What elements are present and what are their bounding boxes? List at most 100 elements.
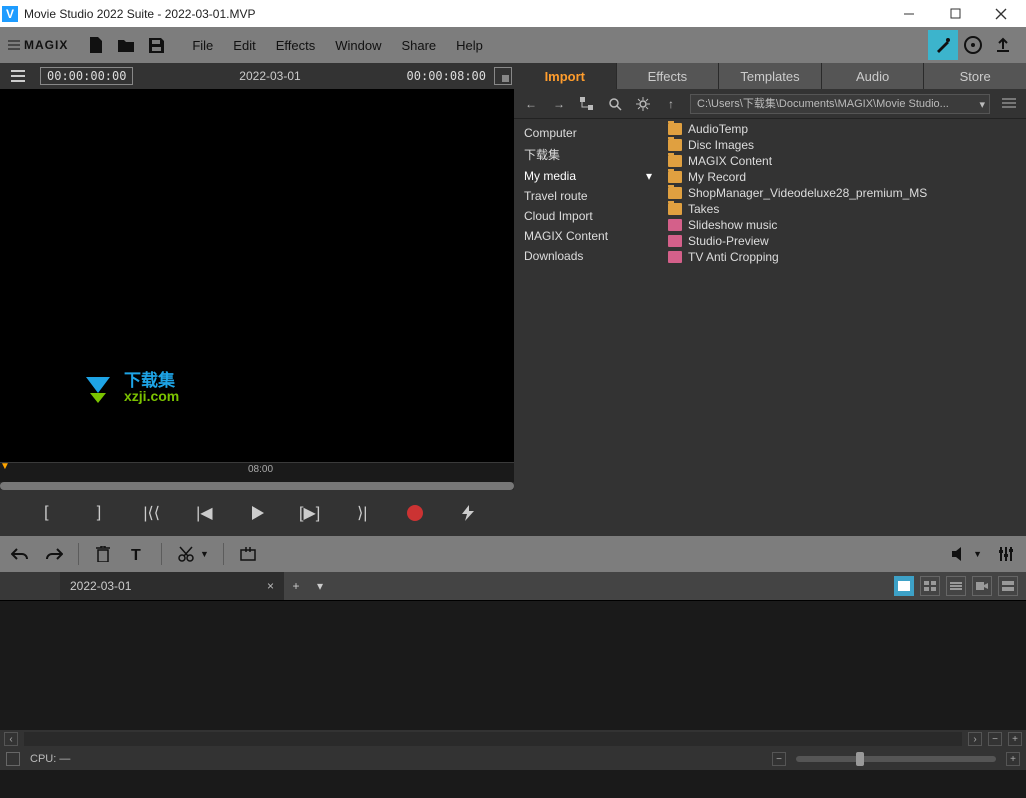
tree-item-cloud-import[interactable]: Cloud Import bbox=[514, 206, 662, 226]
menu-help[interactable]: Help bbox=[448, 34, 491, 57]
zoom-slider[interactable] bbox=[796, 756, 996, 762]
tree-item-computer[interactable]: Computer bbox=[514, 123, 662, 143]
zoom-out-icon[interactable]: − bbox=[772, 752, 786, 766]
timeline-area[interactable] bbox=[0, 600, 1026, 730]
perf-icon[interactable] bbox=[6, 752, 20, 766]
scroll-left-icon[interactable]: ‹ bbox=[4, 732, 18, 746]
play-icon[interactable] bbox=[243, 499, 271, 527]
save-icon[interactable] bbox=[146, 35, 166, 55]
add-tab-icon[interactable]: + bbox=[284, 572, 308, 600]
list-item[interactable]: Takes bbox=[662, 201, 1026, 217]
h-scrollbar[interactable] bbox=[24, 732, 962, 746]
menu-window[interactable]: Window bbox=[327, 34, 389, 57]
folder-tree: Computer 下载集 My media▾ Travel route Clou… bbox=[514, 119, 662, 536]
list-item[interactable]: Disc Images bbox=[662, 137, 1026, 153]
nav-forward-icon[interactable]: → bbox=[550, 95, 568, 113]
media-item-icon bbox=[668, 251, 682, 263]
volume-icon[interactable] bbox=[949, 544, 969, 564]
view-scene-icon[interactable] bbox=[920, 576, 940, 596]
path-dropdown[interactable]: C:\Users\下载集\Documents\MAGIX\Movie Studi… bbox=[690, 94, 990, 114]
menu-effects[interactable]: Effects bbox=[268, 34, 324, 57]
folder-icon bbox=[668, 171, 682, 183]
tab-import[interactable]: Import bbox=[514, 63, 617, 89]
zoom-in-icon[interactable]: + bbox=[1006, 752, 1020, 766]
go-start-icon[interactable]: |⟨⟨ bbox=[138, 499, 166, 527]
view-multicam-icon[interactable] bbox=[972, 576, 992, 596]
view-storyboard-icon[interactable] bbox=[894, 576, 914, 596]
undo-icon[interactable] bbox=[10, 544, 30, 564]
list-item[interactable]: MAGIX Content bbox=[662, 153, 1026, 169]
menu-file[interactable]: File bbox=[184, 34, 221, 57]
folder-icon bbox=[668, 139, 682, 151]
tree-item-downloads[interactable]: Downloads bbox=[514, 246, 662, 266]
panel-toolbar: ← → ↑ C:\Users\下载集\Documents\MAGIX\Movie… bbox=[514, 89, 1026, 119]
tab-store[interactable]: Store bbox=[924, 63, 1026, 89]
nav-up-icon[interactable]: ↑ bbox=[662, 95, 680, 113]
scroll-right-icon[interactable]: › bbox=[968, 732, 982, 746]
close-tab-icon[interactable]: × bbox=[267, 579, 274, 593]
mark-in-icon[interactable]: [ bbox=[32, 499, 60, 527]
search-icon[interactable] bbox=[606, 95, 624, 113]
minimize-button[interactable] bbox=[886, 0, 932, 27]
maximize-button[interactable] bbox=[932, 0, 978, 27]
zoom-in-timeline-icon[interactable]: + bbox=[1008, 732, 1022, 746]
tree-item-my-media[interactable]: My media▾ bbox=[514, 166, 662, 186]
dropdown-caret-icon[interactable]: ▼ bbox=[973, 549, 982, 559]
menu-share[interactable]: Share bbox=[393, 34, 444, 57]
list-item[interactable]: Studio-Preview bbox=[662, 233, 1026, 249]
list-item[interactable]: AudioTemp bbox=[662, 121, 1026, 137]
new-file-icon[interactable] bbox=[86, 35, 106, 55]
flash-icon[interactable] bbox=[454, 499, 482, 527]
fullscreen-icon[interactable] bbox=[494, 67, 512, 85]
tab-audio[interactable]: Audio bbox=[822, 63, 925, 89]
zoom-knob[interactable] bbox=[856, 752, 864, 766]
group-icon[interactable] bbox=[238, 544, 258, 564]
open-folder-icon[interactable] bbox=[116, 35, 136, 55]
list-item[interactable]: ShopManager_Videodeluxe28_premium_MS bbox=[662, 185, 1026, 201]
list-item[interactable]: My Record bbox=[662, 169, 1026, 185]
chevron-down-icon: ▾ bbox=[646, 169, 652, 183]
mark-out-icon[interactable]: ] bbox=[85, 499, 113, 527]
list-item[interactable]: Slideshow music bbox=[662, 217, 1026, 233]
playhead-marker-icon[interactable]: ▼ bbox=[0, 461, 10, 472]
prev-frame-icon[interactable]: |◀ bbox=[190, 499, 218, 527]
view-overview-icon[interactable] bbox=[998, 576, 1018, 596]
delete-icon[interactable] bbox=[93, 544, 113, 564]
cpu-label: CPU: — bbox=[30, 753, 70, 765]
preview-menu-icon[interactable] bbox=[0, 63, 36, 89]
list-item[interactable]: TV Anti Cropping bbox=[662, 249, 1026, 265]
tree-item-travel-route[interactable]: Travel route bbox=[514, 186, 662, 206]
cut-icon[interactable] bbox=[176, 544, 196, 564]
timecode-display[interactable]: 00:00:00:00 bbox=[40, 67, 133, 85]
timeline-tab[interactable]: 2022-03-01 × bbox=[60, 572, 284, 600]
gear-icon[interactable] bbox=[634, 95, 652, 113]
go-end-icon[interactable]: ⟩| bbox=[348, 499, 376, 527]
tab-effects[interactable]: Effects bbox=[617, 63, 720, 89]
dropdown-caret-icon[interactable]: ▼ bbox=[200, 549, 209, 559]
wand-icon[interactable] bbox=[928, 30, 958, 60]
record-icon[interactable] bbox=[401, 499, 429, 527]
preview-viewport[interactable]: 下载集 xzji.com bbox=[0, 89, 514, 462]
disc-icon[interactable] bbox=[958, 30, 988, 60]
mixer-icon[interactable] bbox=[996, 544, 1016, 564]
title-icon[interactable]: T bbox=[127, 544, 147, 564]
scrub-ruler[interactable]: ▼ 08:00 bbox=[0, 462, 514, 482]
folder-tree-icon[interactable] bbox=[578, 95, 596, 113]
tab-menu-icon[interactable]: ▾ bbox=[308, 572, 332, 600]
view-options-icon[interactable] bbox=[1000, 95, 1018, 113]
export-icon[interactable] bbox=[988, 30, 1018, 60]
menu-edit[interactable]: Edit bbox=[225, 34, 263, 57]
tab-templates[interactable]: Templates bbox=[719, 63, 822, 89]
preview-scrollbar[interactable] bbox=[0, 482, 514, 490]
tree-item-user[interactable]: 下载集 bbox=[514, 143, 662, 166]
zoom-out-timeline-icon[interactable]: − bbox=[988, 732, 1002, 746]
redo-icon[interactable] bbox=[44, 544, 64, 564]
tree-item-magix-content[interactable]: MAGIX Content bbox=[514, 226, 662, 246]
panel-body: Computer 下载集 My media▾ Travel route Clou… bbox=[514, 119, 1026, 536]
folder-icon bbox=[668, 203, 682, 215]
view-timeline-icon[interactable] bbox=[946, 576, 966, 596]
close-button[interactable] bbox=[978, 0, 1024, 27]
play-range-icon[interactable]: [▶] bbox=[296, 499, 324, 527]
nav-back-icon[interactable]: ← bbox=[522, 95, 540, 113]
project-name: 2022-03-01 bbox=[133, 69, 406, 83]
